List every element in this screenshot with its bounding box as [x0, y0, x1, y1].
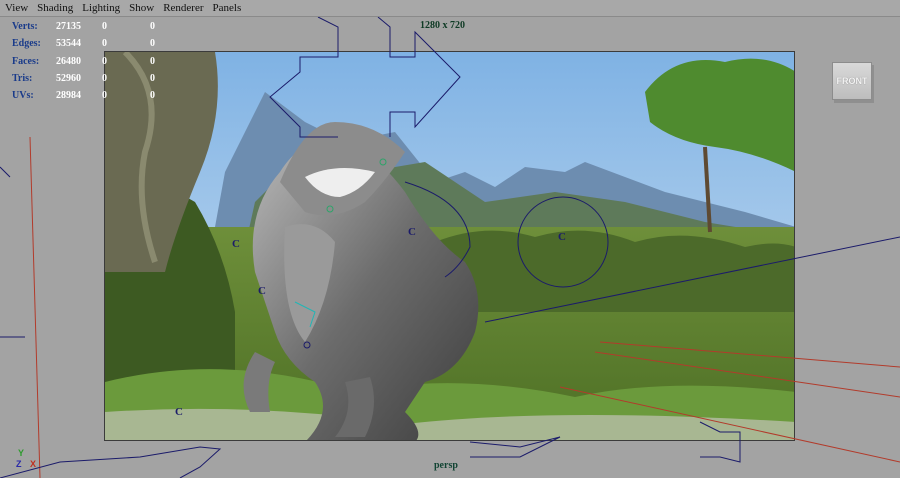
axis-indicator-icon: Y Z X: [14, 448, 54, 478]
view-cube-label: FRONT: [836, 76, 868, 86]
menu-panels[interactable]: Panels: [213, 2, 242, 14]
menu-show[interactable]: Show: [129, 2, 154, 14]
camera-name-label: persp: [434, 460, 458, 471]
axis-y-label: Y: [18, 448, 25, 458]
axis-x-label: X: [30, 459, 37, 469]
hud-row-edges: Edges: 53544 0 0: [12, 38, 155, 50]
axis-z-label: Z: [16, 459, 22, 469]
menu-shading[interactable]: Shading: [37, 2, 73, 14]
view-cube[interactable]: FRONT: [832, 62, 872, 100]
poly-count-hud: Verts: 27135 0 0 Edges: 53544 0 0 Faces:…: [12, 18, 170, 104]
control-marker[interactable]: C: [408, 226, 416, 238]
menu-lighting[interactable]: Lighting: [82, 2, 120, 14]
hud-row-tris: Tris: 52960 0 0: [12, 72, 155, 84]
control-marker[interactable]: C: [558, 231, 566, 243]
menu-view[interactable]: View: [5, 2, 28, 14]
perspective-viewport[interactable]: C C C C C Verts: 27135 0 0 Edges: 53544 …: [0, 17, 900, 478]
panel-menu-bar: View Shading Lighting Show Renderer Pane…: [0, 0, 900, 17]
hud-row-verts: Verts: 27135 0 0: [12, 21, 155, 32]
resolution-label: 1280 x 720: [420, 20, 465, 31]
hud-row-uvs: UVs: 28984 0 0: [12, 90, 155, 102]
control-marker[interactable]: C: [175, 406, 183, 418]
hud-row-faces: Faces: 26480 0 0: [12, 55, 155, 67]
menu-renderer[interactable]: Renderer: [163, 2, 203, 14]
control-marker[interactable]: C: [232, 238, 240, 250]
control-marker[interactable]: C: [258, 285, 266, 297]
